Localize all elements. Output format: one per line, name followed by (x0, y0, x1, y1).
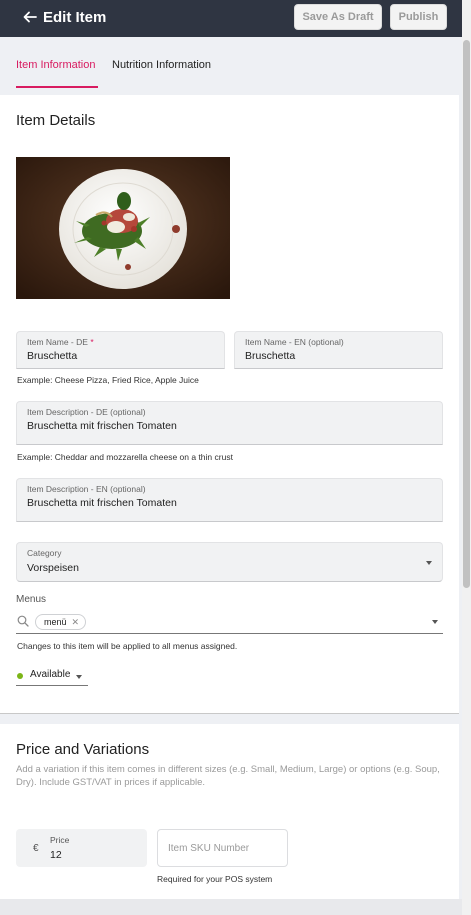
tab-item-information[interactable]: Item Information (16, 59, 95, 71)
item-description-de-label: Item Description - DE (optional) (27, 407, 146, 417)
menus-helper: Changes to this item will be applied to … (17, 641, 238, 651)
price-label: Price (50, 835, 70, 845)
item-name-en-value: Bruschetta (245, 350, 296, 362)
availability-value: Available (30, 669, 71, 680)
section-divider (0, 713, 459, 714)
item-description-de-field[interactable]: Item Description - DE (optional) Brusche… (16, 401, 443, 445)
bruschetta-photo (16, 157, 230, 299)
scrollbar-thumb[interactable] (463, 40, 470, 588)
menu-chip[interactable]: menü ✕ (35, 614, 86, 630)
price-field[interactable]: € Price 12 (16, 829, 147, 867)
item-name-de-label: Item Name - DE * (27, 337, 94, 347)
page-title: Edit Item (43, 9, 107, 26)
item-photo[interactable] (16, 157, 230, 299)
item-name-de-field[interactable]: Item Name - DE * Bruschetta (16, 331, 225, 369)
category-select[interactable]: Category Vorspeisen (16, 542, 443, 582)
item-name-de-value: Bruschetta (27, 350, 78, 362)
item-name-helper: Example: Cheese Pizza, Fried Rice, Apple… (17, 375, 199, 385)
status-dot (17, 673, 23, 679)
save-as-draft-button[interactable]: Save As Draft (294, 4, 382, 30)
availability-select[interactable]: Available (16, 667, 88, 686)
item-description-en-field[interactable]: Item Description - EN (optional) Brusche… (16, 478, 443, 522)
price-value: 12 (50, 849, 62, 861)
search-icon (17, 615, 29, 627)
tab-nutrition-information[interactable]: Nutrition Information (112, 59, 211, 71)
bottom-strip (0, 899, 462, 915)
item-description-de-value: Bruschetta mit frischen Tomaten (27, 420, 177, 432)
item-name-en-label: Item Name - EN (optional) (245, 337, 344, 347)
item-details-title: Item Details (16, 112, 96, 129)
required-mark: * (90, 337, 94, 347)
category-label: Category (27, 548, 62, 558)
publish-button[interactable]: Publish (390, 4, 447, 30)
sku-input[interactable]: Item SKU Number (157, 829, 288, 867)
category-value: Vorspeisen (27, 562, 79, 574)
top-bar: Edit Item Save As Draft Publish (0, 0, 462, 37)
menu-chip-label: menü (44, 617, 67, 627)
arrow-left-icon[interactable] (22, 9, 38, 25)
tab-bar: Item Information Nutrition Information (0, 37, 462, 95)
menus-chevron-down-icon[interactable] (432, 620, 438, 624)
chevron-down-icon (426, 561, 432, 565)
price-variations-title: Price and Variations (16, 741, 150, 758)
price-variations-description: Add a variation if this item comes in di… (16, 764, 440, 788)
item-name-en-field[interactable]: Item Name - EN (optional) Bruschetta (234, 331, 443, 369)
close-icon[interactable]: ✕ (71, 617, 79, 628)
active-tab-indicator (16, 86, 98, 88)
sku-placeholder: Item SKU Number (168, 843, 250, 854)
currency-symbol: € (33, 843, 39, 854)
menus-input-underline[interactable] (16, 633, 443, 634)
item-description-en-value: Bruschetta mit frischen Tomaten (27, 497, 177, 509)
menus-label: Menus (16, 594, 47, 605)
availability-chevron-down-icon (76, 675, 82, 679)
item-description-en-label: Item Description - EN (optional) (27, 484, 146, 494)
item-description-helper: Example: Cheddar and mozzarella cheese o… (17, 452, 233, 462)
sku-helper: Required for your POS system (157, 874, 273, 884)
